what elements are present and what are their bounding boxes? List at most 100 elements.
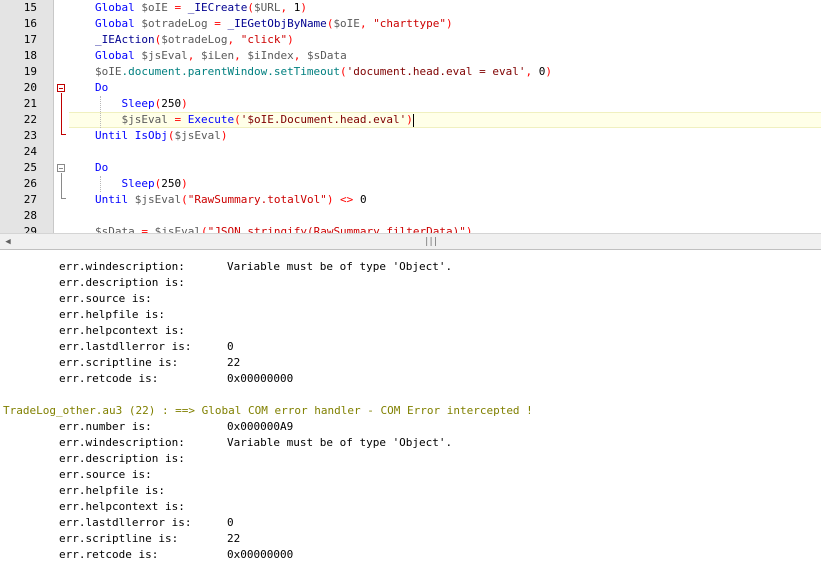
code-token: ) [406, 113, 413, 126]
horizontal-scrollbar[interactable]: ◀ ||| [0, 233, 821, 250]
output-value: 0x00000000 [227, 372, 294, 385]
line-number: 28 [23, 209, 37, 222]
code-token: ) <> [326, 193, 360, 206]
code-token: "charttype" [373, 17, 447, 30]
output-value: 0x00000000 [227, 548, 294, 561]
line-number: 19 [23, 65, 37, 78]
scroll-thumb-grip-icon[interactable]: ||| [424, 236, 438, 248]
code-token: $jsEval [174, 129, 221, 142]
output-label: err.windescription: [59, 260, 185, 273]
fold-line [61, 173, 62, 198]
fold-toggle-icon[interactable] [57, 164, 65, 172]
code-token: _IEGetObjByName [227, 17, 327, 30]
output-label: err.scriptline is: [59, 356, 179, 369]
code-line[interactable]: Until IsObj($jsEval) [95, 128, 227, 144]
code-token: $jsEval [121, 113, 168, 126]
output-value: Variable must be of type 'Object'. [227, 436, 453, 449]
code-line[interactable]: Global $otradeLog = _IEGetObjByName($oIE… [95, 16, 453, 32]
code-token: _IEAction [95, 33, 155, 46]
code-token: = [134, 225, 155, 233]
code-line[interactable]: Do [95, 80, 108, 96]
code-line[interactable]: Sleep(250) [95, 176, 188, 192]
code-token: '$oIE.Document.head.eval' [240, 113, 407, 126]
code-token: = [167, 1, 188, 14]
output-value: 22 [227, 356, 241, 369]
code-line[interactable]: Sleep(250) [95, 96, 188, 112]
code-token: _IECreate [187, 1, 248, 14]
code-token: IsObj [134, 129, 168, 142]
code-token: $iLen [200, 49, 235, 62]
code-token: , [227, 33, 241, 46]
code-token: $URL [253, 1, 281, 14]
output-value: 0 [227, 516, 234, 529]
scroll-left-arrow-icon[interactable]: ◀ [2, 236, 14, 248]
fold-toggle-icon[interactable] [57, 84, 65, 92]
code-token: $sData [95, 225, 135, 233]
output-label: err.scriptline is: [59, 532, 179, 545]
code-token: Sleep [121, 97, 155, 110]
code-token: Execute [187, 113, 235, 126]
code-editor[interactable]: 15 16 17 18 19 20 21 22 23 24 25 26 27 28 29 Global $o… [0, 0, 821, 233]
code-token: , [280, 1, 294, 14]
fold-end-marker [61, 198, 66, 199]
code-line[interactable]: $oIE.document.parentWindow.setTimeout('d… [95, 64, 552, 80]
code-token: , [187, 49, 201, 62]
code-token: Do [95, 161, 109, 174]
output-label: err.description is: [59, 276, 185, 289]
code-token: $sData [306, 49, 347, 62]
line-number: 27 [23, 193, 37, 206]
code-line[interactable]: _IEAction($otradeLog, "click") [95, 32, 294, 48]
code-token: ( [234, 113, 241, 126]
code-token: Until [95, 129, 135, 142]
code-line[interactable]: $sData = $jsEval("JSON.stringify(RawSumm… [95, 224, 473, 233]
output-label: err.helpcontext is: [59, 500, 185, 513]
output-label: err.helpfile is: [59, 308, 165, 321]
line-number: 23 [23, 129, 37, 142]
output-label: err.helpfile is: [59, 484, 165, 497]
code-token: ) [181, 177, 188, 190]
output-console[interactable]: err.windescription: Variable must be of t… [0, 251, 821, 583]
code-token: 250 [161, 97, 182, 110]
code-token: ) [220, 129, 228, 142]
output-label: err.lastdllerror is: [59, 516, 192, 529]
code-token: .document.parentWindow.setTimeout [121, 65, 341, 78]
code-line[interactable]: Global $oIE = _IECreate($URL, 1) [95, 0, 307, 16]
code-token: , [234, 49, 248, 62]
output-label: err.number is: [59, 420, 152, 433]
code-line[interactable]: Global $jsEval, $iLen, $iIndex, $sData [95, 48, 347, 64]
line-number: 21 [23, 97, 37, 110]
output-label: err.retcode is: [59, 548, 159, 561]
output-label: err.description is: [59, 452, 185, 465]
code-line[interactable]: Until $jsEval("RawSummary.totalVol") <> … [95, 192, 367, 208]
code-token: , [359, 17, 374, 30]
code-token: ) [287, 33, 294, 46]
code-line[interactable]: $jsEval = Execute('$oIE.Document.head.ev… [95, 112, 414, 128]
output-value: 22 [227, 532, 241, 545]
output-label: err.source is: [59, 292, 152, 305]
code-token: Global [95, 49, 142, 62]
fold-end-marker [61, 134, 66, 135]
code-token: Until [95, 193, 135, 206]
line-number: 16 [23, 17, 37, 30]
code-token: "RawSummary.totalVol" [187, 193, 327, 206]
code-token: "click" [240, 33, 288, 46]
code-token: ( [340, 65, 347, 78]
line-number: 29 [23, 225, 37, 233]
code-line[interactable]: Do [95, 160, 108, 176]
code-token: ) [181, 97, 188, 110]
code-token: Global [95, 17, 142, 30]
code-token: Sleep [121, 177, 155, 190]
code-token: ) [446, 17, 453, 30]
code-token: "JSON.stringify(RawSummary.filterData)" [207, 225, 466, 233]
indent-guide [100, 96, 101, 128]
code-token: $jsEval [141, 49, 188, 62]
code-token: $otradeLog [141, 17, 208, 30]
line-number: 15 [23, 1, 37, 14]
code-token: 'document.head.eval = eval' [346, 65, 526, 78]
line-number: 26 [23, 177, 37, 190]
code-token: ) [300, 1, 307, 14]
text-caret [412, 113, 414, 127]
line-number: 22 [23, 113, 37, 126]
